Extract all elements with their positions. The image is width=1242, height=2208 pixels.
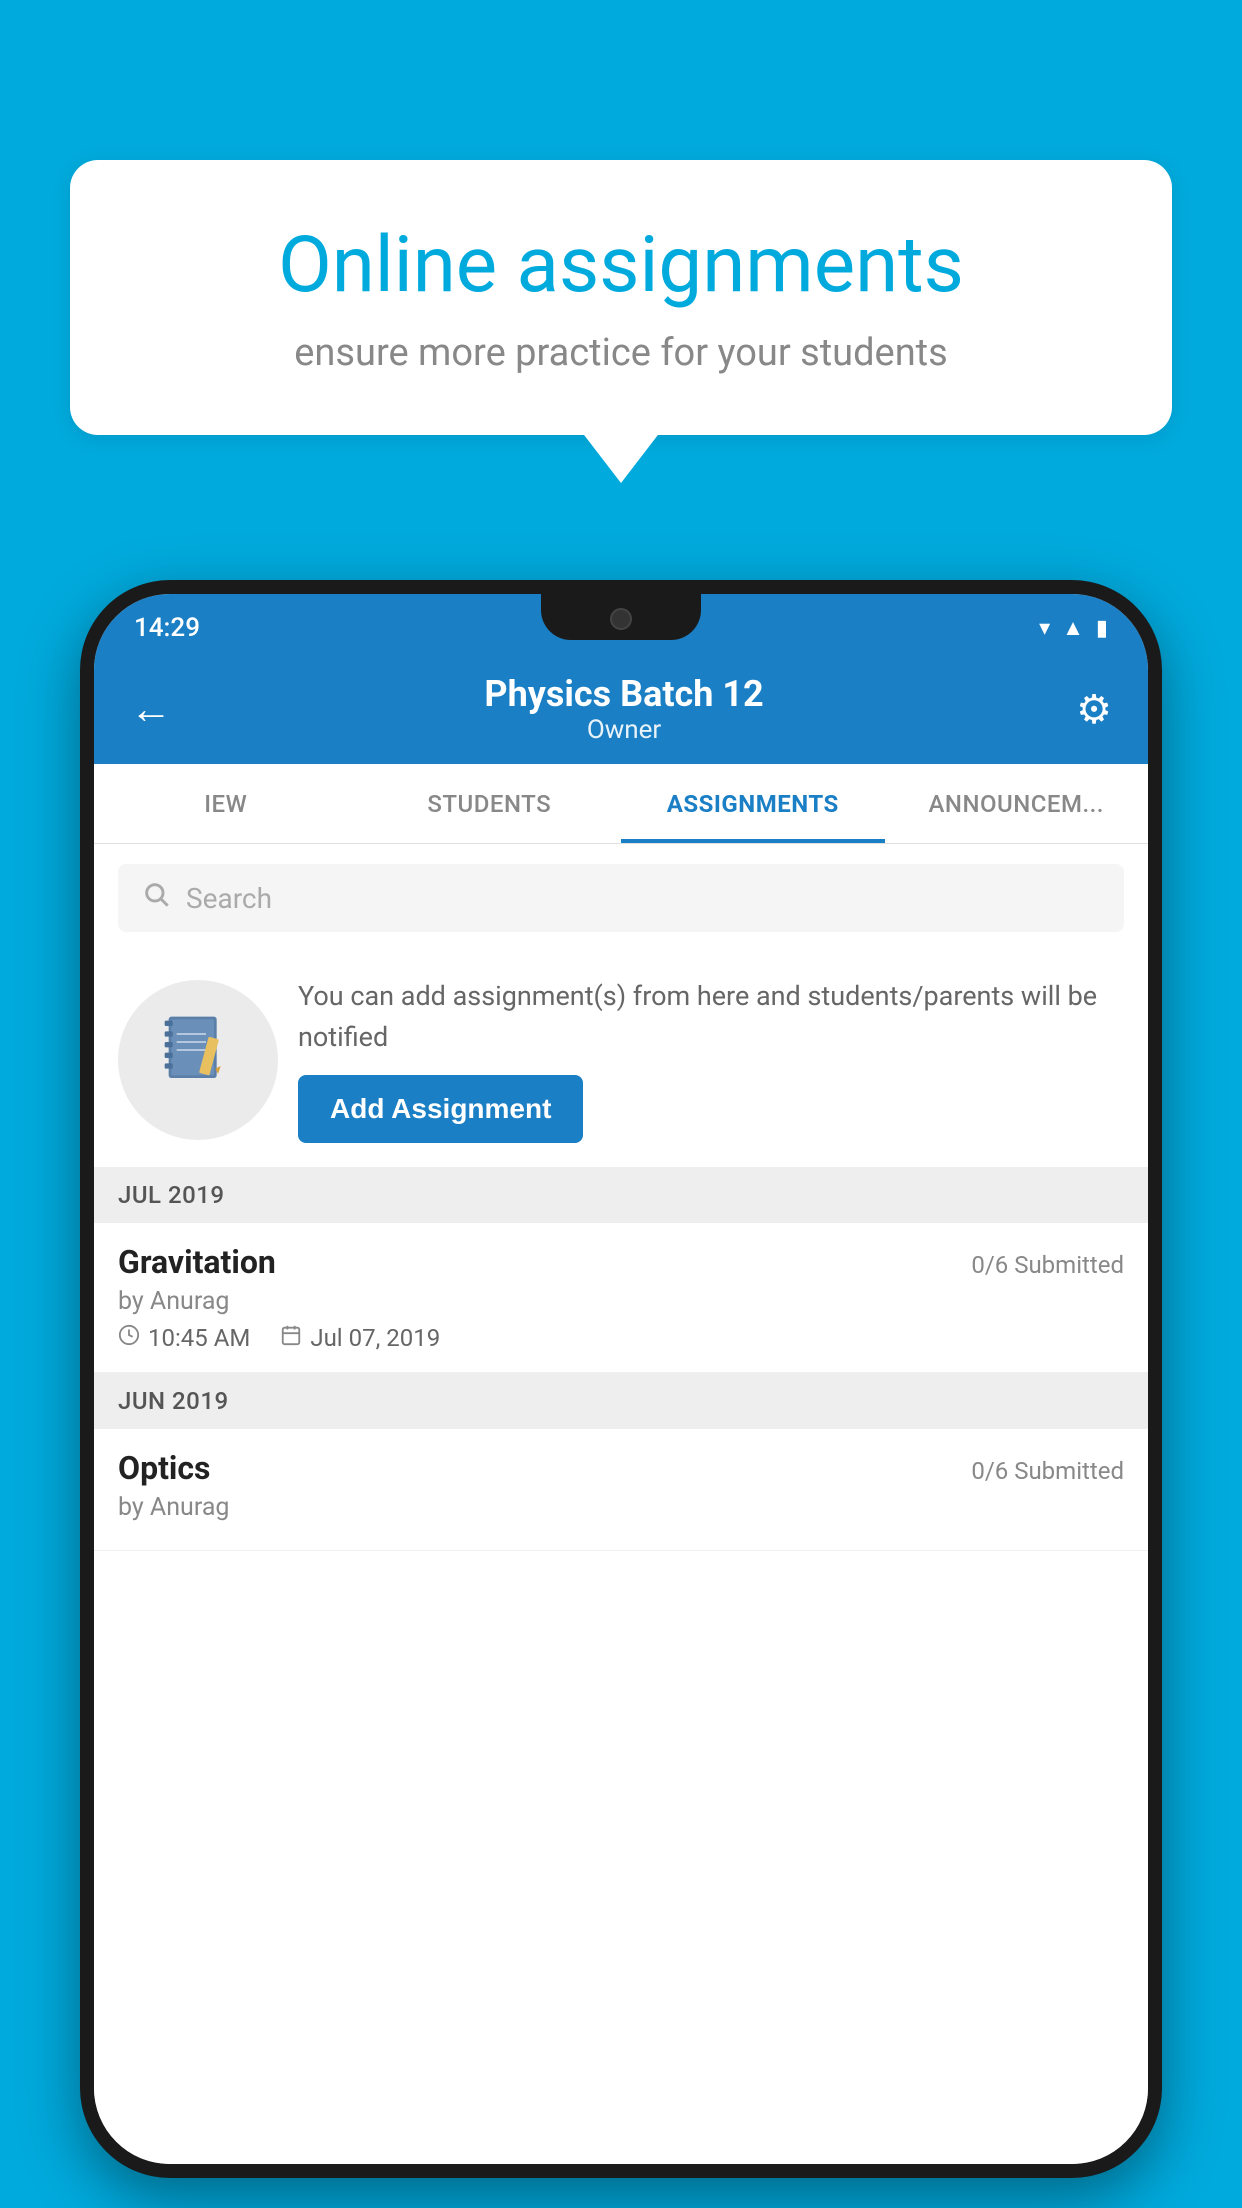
assignment-row-top-optics: Optics 0/6 Submitted (118, 1449, 1124, 1487)
tab-assignments[interactable]: ASSIGNMENTS (621, 764, 885, 843)
notebook-icon (158, 1010, 238, 1110)
section-header-jun: JUN 2019 (94, 1373, 1148, 1429)
add-assignment-button[interactable]: Add Assignment (298, 1075, 583, 1143)
battery-icon: ▮ (1096, 616, 1108, 641)
speech-bubble: Online assignments ensure more practice … (70, 160, 1172, 435)
app-header: ← Physics Batch 12 Owner ⚙ (94, 654, 1148, 764)
assignment-by: by Anurag (118, 1287, 1124, 1316)
clock-icon (118, 1324, 140, 1352)
status-time: 14:29 (134, 613, 200, 643)
header-center: Physics Batch 12 Owner (484, 673, 763, 745)
assignment-name: Gravitation (118, 1243, 276, 1281)
section-header-jul: JUL 2019 (94, 1167, 1148, 1223)
tab-iew[interactable]: IEW (94, 764, 358, 843)
phone-notch (541, 594, 701, 640)
wifi-icon: ▾ (1039, 616, 1050, 641)
assignment-row-top: Gravitation 0/6 Submitted (118, 1243, 1124, 1281)
assignment-meta: 10:45 AM Jul 07, 2019 (118, 1324, 1124, 1352)
assignment-submitted-optics: 0/6 Submitted (971, 1457, 1124, 1485)
assignment-name-optics: Optics (118, 1449, 210, 1487)
tabs-bar: IEW STUDENTS ASSIGNMENTS ANNOUNCEM... (94, 764, 1148, 844)
assignment-date: Jul 07, 2019 (280, 1324, 440, 1352)
content-area: Search (94, 844, 1148, 2164)
settings-button[interactable]: ⚙ (1076, 686, 1112, 733)
speech-bubble-subtitle: ensure more practice for your students (140, 331, 1102, 375)
tab-announcements[interactable]: ANNOUNCEM... (885, 764, 1149, 843)
tab-students[interactable]: STUDENTS (358, 764, 622, 843)
promo-icon-circle (118, 980, 278, 1140)
phone-frame: 14:29 ▾ ▲ ▮ ← Physics Batch 12 Owner ⚙ I… (80, 580, 1162, 2178)
assignment-item-optics[interactable]: Optics 0/6 Submitted by Anurag (94, 1429, 1148, 1551)
back-button[interactable]: ← (130, 685, 172, 734)
camera-icon (610, 608, 632, 630)
signal-icon: ▲ (1062, 615, 1084, 641)
assignment-by-optics: by Anurag (118, 1493, 1124, 1522)
calendar-icon (280, 1324, 302, 1352)
header-title: Physics Batch 12 (484, 673, 763, 715)
assignment-time: 10:45 AM (118, 1324, 250, 1352)
search-bar[interactable]: Search (118, 864, 1124, 932)
speech-bubble-title: Online assignments (140, 220, 1102, 311)
status-icons: ▾ ▲ ▮ (1039, 615, 1108, 641)
promo-text-area: You can add assignment(s) from here and … (298, 976, 1124, 1143)
promo-description: You can add assignment(s) from here and … (298, 976, 1124, 1057)
promo-section: You can add assignment(s) from here and … (94, 952, 1148, 1167)
search-icon (142, 880, 170, 916)
assignment-item-gravitation[interactable]: Gravitation 0/6 Submitted by Anurag 10:4… (94, 1223, 1148, 1373)
phone-screen: 14:29 ▾ ▲ ▮ ← Physics Batch 12 Owner ⚙ I… (94, 594, 1148, 2164)
header-subtitle: Owner (484, 715, 763, 745)
search-placeholder: Search (186, 882, 272, 915)
assignment-submitted: 0/6 Submitted (971, 1251, 1124, 1279)
